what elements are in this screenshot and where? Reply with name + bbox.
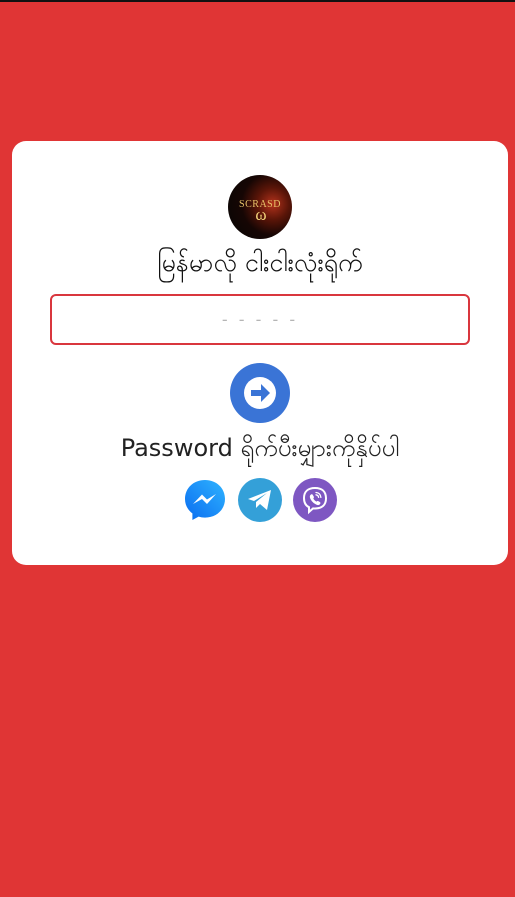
telegram-icon xyxy=(248,490,271,510)
page-title: မြန်မာလို ငါးငါးလုံးရိုက် xyxy=(157,248,363,277)
viber-button[interactable] xyxy=(293,478,337,522)
login-card: SCRASD ω မြန်မာလို ငါးငါးလုံးရိုက် Passw… xyxy=(12,141,508,565)
submit-button[interactable] xyxy=(230,363,290,423)
messenger-button[interactable] xyxy=(183,478,227,522)
instruction-text: Password ရိုက်ပီးမျှားကိုနှိပ်ပါ xyxy=(120,434,400,462)
code-input[interactable] xyxy=(50,294,470,345)
logo-glyph: ω xyxy=(255,205,267,224)
messenger-icon xyxy=(185,480,225,520)
brand-logo: SCRASD ω xyxy=(228,175,292,239)
top-border xyxy=(0,0,515,2)
arrow-right-icon xyxy=(244,377,276,409)
viber-icon xyxy=(302,486,328,515)
telegram-button[interactable] xyxy=(238,478,282,522)
